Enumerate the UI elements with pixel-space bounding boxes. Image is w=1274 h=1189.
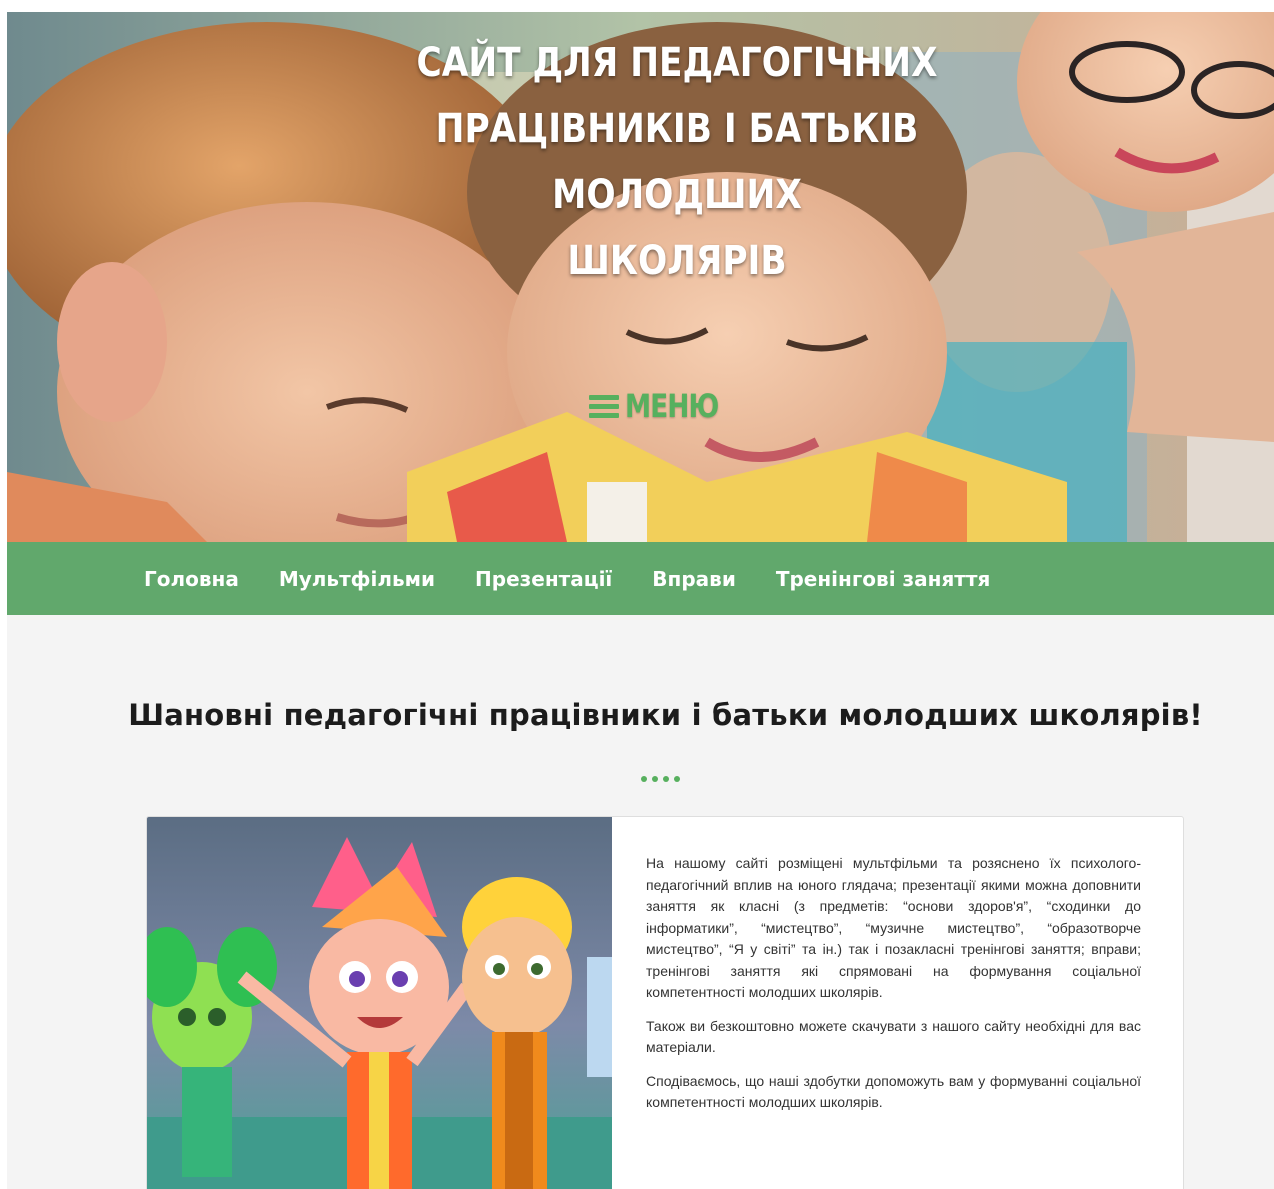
nav-item-cartoons[interactable]: Мультфільми xyxy=(279,567,435,591)
hero-title-line-1: САЙТ ДЛЯ ПЕДАГОГІЧНИХ xyxy=(416,40,938,86)
intro-text: На нашому сайті розміщені мультфільми та… xyxy=(646,853,1141,1126)
heading-separator-dots xyxy=(641,776,680,782)
hero-title-line-3: ШКОЛЯРІВ xyxy=(567,238,787,284)
intro-card: На нашому сайті розміщені мультфільми та… xyxy=(146,816,1184,1189)
nav-item-home[interactable]: Головна xyxy=(144,567,239,591)
hamburger-icon xyxy=(589,393,619,419)
welcome-heading: Шановні педагогічні працівники і батьки … xyxy=(128,698,1203,732)
nav-list: Головна Мультфільми Презентації Вправи Т… xyxy=(144,542,1030,615)
intro-paragraph-2: Також ви безкоштовно можете скачувати з … xyxy=(646,1017,1141,1056)
main-nav: Головна Мультфільми Презентації Вправи Т… xyxy=(7,542,1274,615)
nav-item-presentations[interactable]: Презентації xyxy=(475,567,612,591)
hero-title: САЙТ ДЛЯ ПЕДАГОГІЧНИХ ПРАЦІВНИКІВ І БАТЬ… xyxy=(324,30,1029,294)
menu-toggle-label: МЕНЮ xyxy=(625,387,719,425)
hero-banner: САЙТ ДЛЯ ПЕДАГОГІЧНИХ ПРАЦІВНИКІВ І БАТЬ… xyxy=(7,12,1274,542)
menu-toggle-button[interactable]: МЕНЮ xyxy=(589,386,739,426)
intro-paragraph-1: На нашому сайті розміщені мультфільми та… xyxy=(646,855,1141,1000)
nav-item-trainings[interactable]: Тренінгові заняття xyxy=(776,567,990,591)
page: САЙТ ДЛЯ ПЕДАГОГІЧНИХ ПРАЦІВНИКІВ І БАТЬ… xyxy=(7,12,1274,1189)
nav-item-exercises[interactable]: Вправи xyxy=(652,567,736,591)
hero-title-line-2: ПРАЦІВНИКІВ І БАТЬКІВ МОЛОДШИХ xyxy=(435,106,919,218)
cartoon-characters-image xyxy=(147,817,612,1189)
intro-paragraph-3: Сподіваємось, що наші здобутки допоможут… xyxy=(646,1072,1141,1111)
